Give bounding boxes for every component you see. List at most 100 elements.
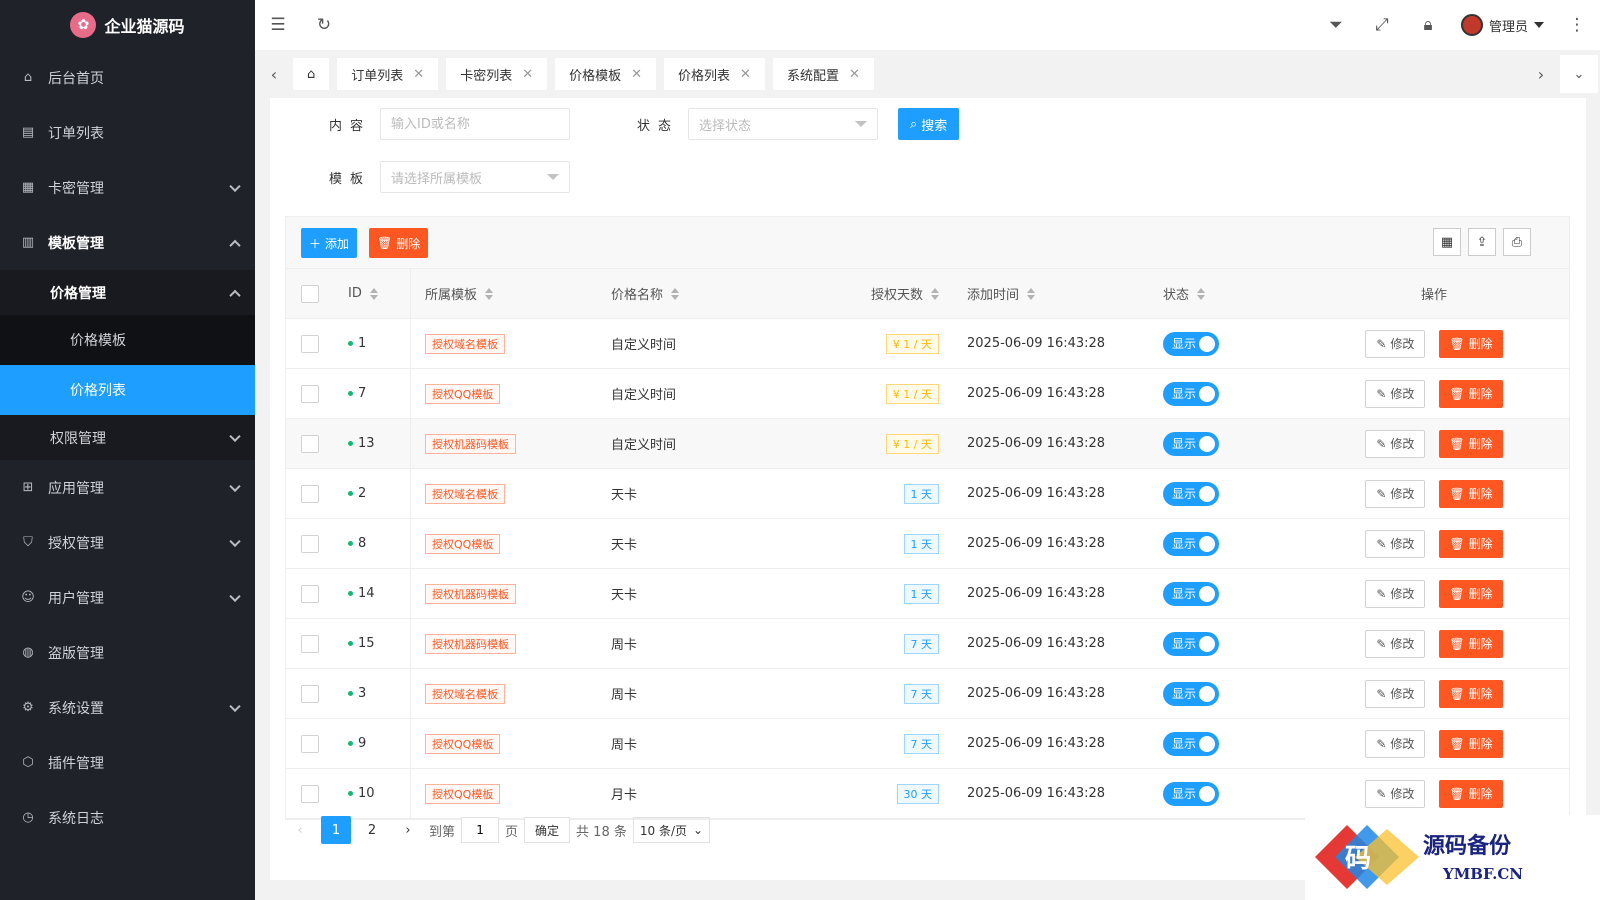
row-checkbox[interactable] <box>300 784 319 803</box>
tab-cards[interactable]: 卡密列表 ✕ <box>446 58 548 90</box>
header-template[interactable]: 所属模板 <box>411 284 597 303</box>
edit-button[interactable]: ✎ 修改 <box>1365 779 1426 808</box>
row-checkbox[interactable] <box>300 334 319 353</box>
row-checkbox[interactable] <box>300 634 319 653</box>
header-time[interactable]: 添加时间 <box>953 284 1149 303</box>
close-icon[interactable]: ✕ <box>849 67 860 82</box>
header-id[interactable]: ID <box>333 269 411 318</box>
status-toggle[interactable]: 显示 <box>1163 681 1219 706</box>
print-icon[interactable]: ⎙ <box>1503 228 1531 256</box>
sidebar-item-home[interactable]: ⌂ 后台首页 <box>0 50 255 105</box>
tab-price-list[interactable]: 价格列表 ✕ <box>664 58 765 90</box>
edit-button[interactable]: ✎ 修改 <box>1365 429 1426 458</box>
delete-button[interactable]: 🗑︎ 删除 <box>1439 579 1503 608</box>
prev-page-icon[interactable]: ‹ <box>285 816 315 844</box>
status-toggle[interactable]: 显示 <box>1163 581 1219 606</box>
row-checkbox[interactable] <box>300 434 319 453</box>
edit-button[interactable]: ✎ 修改 <box>1365 579 1426 608</box>
goto-confirm-button[interactable]: 确定 <box>524 817 571 843</box>
sort-icon[interactable] <box>931 287 939 300</box>
next-page-icon[interactable]: › <box>393 816 423 844</box>
sort-icon[interactable] <box>1027 287 1036 300</box>
edit-button[interactable]: ✎ 修改 <box>1365 379 1426 408</box>
close-icon[interactable]: ✕ <box>413 67 424 82</box>
tab-system-config[interactable]: 系统配置 ✕ <box>772 58 874 90</box>
delete-button[interactable]: 🗑︎ 删除 <box>1439 379 1503 408</box>
edit-button[interactable]: ✎ 修改 <box>1365 729 1426 758</box>
edit-button[interactable]: ✎ 修改 <box>1365 479 1426 508</box>
select-all-checkbox[interactable] <box>300 284 319 303</box>
lock-icon[interactable]: 🔒︎ <box>1405 0 1451 50</box>
admin-menu[interactable]: 管理员 <box>1451 14 1554 36</box>
row-checkbox[interactable] <box>300 734 319 753</box>
delete-button[interactable]: 🗑︎ 删除 <box>1439 529 1503 558</box>
sort-icon[interactable] <box>671 287 680 300</box>
page-2[interactable]: 2 <box>357 816 387 844</box>
sort-icon[interactable] <box>1197 287 1206 300</box>
template-select[interactable]: 请选择所属模板 <box>380 161 570 193</box>
status-select[interactable]: 选择状态 <box>688 108 878 140</box>
fullscreen-icon[interactable]: ⤢ <box>1359 0 1405 50</box>
brand-logo[interactable]: ✿ 企业猫源码 <box>0 0 255 50</box>
search-button[interactable]: ⌕ 搜索 <box>898 108 960 140</box>
sidebar-item-price-management[interactable]: 价格管理 <box>0 270 255 315</box>
row-checkbox[interactable] <box>300 584 319 603</box>
add-button[interactable]: ＋ 添加 <box>301 228 358 258</box>
row-checkbox[interactable] <box>300 384 319 403</box>
collapse-menu-icon[interactable]: ☰ <box>255 0 301 50</box>
delete-button[interactable]: 🗑︎ 删除 <box>1439 329 1503 358</box>
header-name[interactable]: 价格名称 <box>597 284 783 303</box>
close-icon[interactable]: ✕ <box>631 67 642 82</box>
row-checkbox[interactable] <box>300 534 319 553</box>
sidebar-item-settings[interactable]: ⚙ 系统设置 <box>0 680 255 735</box>
delete-button[interactable]: 🗑︎ 删除 <box>1439 479 1503 508</box>
page-1[interactable]: 1 <box>321 816 351 844</box>
close-icon[interactable]: ✕ <box>740 67 751 82</box>
edit-button[interactable]: ✎ 修改 <box>1365 329 1426 358</box>
edit-button[interactable]: ✎ 修改 <box>1365 529 1426 558</box>
tab-price-template[interactable]: 价格模板 ✕ <box>555 58 657 90</box>
edit-button[interactable]: ✎ 修改 <box>1365 629 1426 658</box>
tag-icon[interactable]: ⏷ <box>1313 0 1359 50</box>
refresh-icon[interactable]: ↻ <box>301 0 347 50</box>
sidebar-item-orders[interactable]: ▤ 订单列表 <box>0 105 255 160</box>
sidebar-item-templates[interactable]: ▥ 模板管理 <box>0 215 255 270</box>
sidebar-item-price-list[interactable]: 价格列表 <box>0 365 255 415</box>
more-vertical-icon[interactable]: ⋮ <box>1554 0 1600 50</box>
close-icon[interactable]: ✕ <box>522 67 533 82</box>
delete-button[interactable]: 🗑︎ 删除 <box>1439 629 1503 658</box>
batch-delete-button[interactable]: 🗑︎ 删除 <box>369 228 429 258</box>
status-toggle[interactable]: 显示 <box>1163 531 1219 556</box>
row-checkbox[interactable] <box>300 484 319 503</box>
status-toggle[interactable]: 显示 <box>1163 481 1219 506</box>
sidebar-item-logs[interactable]: ◷ 系统日志 <box>0 790 255 845</box>
header-status[interactable]: 状态 <box>1149 284 1299 303</box>
edit-button[interactable]: ✎ 修改 <box>1365 679 1426 708</box>
tabs-scroll-left-icon[interactable]: ‹ <box>255 50 293 98</box>
tabs-scroll-right-icon[interactable]: › <box>1522 50 1560 98</box>
sidebar-item-cards[interactable]: ▦ 卡密管理 <box>0 160 255 215</box>
content-search-input[interactable] <box>380 108 570 140</box>
tab-home[interactable]: ⌂ <box>293 58 330 90</box>
delete-button[interactable]: 🗑︎ 删除 <box>1439 429 1503 458</box>
sidebar-item-licenses[interactable]: ⛉ 授权管理 <box>0 515 255 570</box>
sort-icon[interactable] <box>369 287 378 300</box>
delete-button[interactable]: 🗑︎ 删除 <box>1439 679 1503 708</box>
sidebar-item-plugins[interactable]: ⬡ 插件管理 <box>0 735 255 790</box>
status-toggle[interactable]: 显示 <box>1163 731 1219 756</box>
sidebar-item-price-template[interactable]: 价格模板 <box>0 315 255 365</box>
sidebar-item-users[interactable]: ☺ 用户管理 <box>0 570 255 625</box>
status-toggle[interactable]: 显示 <box>1163 331 1219 356</box>
status-toggle[interactable]: 显示 <box>1163 431 1219 456</box>
sidebar-item-permissions[interactable]: 权限管理 <box>0 415 255 460</box>
sidebar-item-apps[interactable]: ⊞ 应用管理 <box>0 460 255 515</box>
header-days[interactable]: 授权天数 <box>783 284 953 303</box>
tabs-menu-chevron-down-icon[interactable]: ⌄ <box>1560 55 1598 93</box>
export-icon[interactable]: ⇪ <box>1468 228 1496 256</box>
tab-orders[interactable]: 订单列表 ✕ <box>337 58 439 90</box>
status-toggle[interactable]: 显示 <box>1163 631 1219 656</box>
delete-button[interactable]: 🗑︎ 删除 <box>1439 779 1503 808</box>
columns-filter-icon[interactable]: ▦ <box>1433 228 1461 256</box>
row-checkbox[interactable] <box>300 684 319 703</box>
goto-page-input[interactable] <box>461 817 500 843</box>
